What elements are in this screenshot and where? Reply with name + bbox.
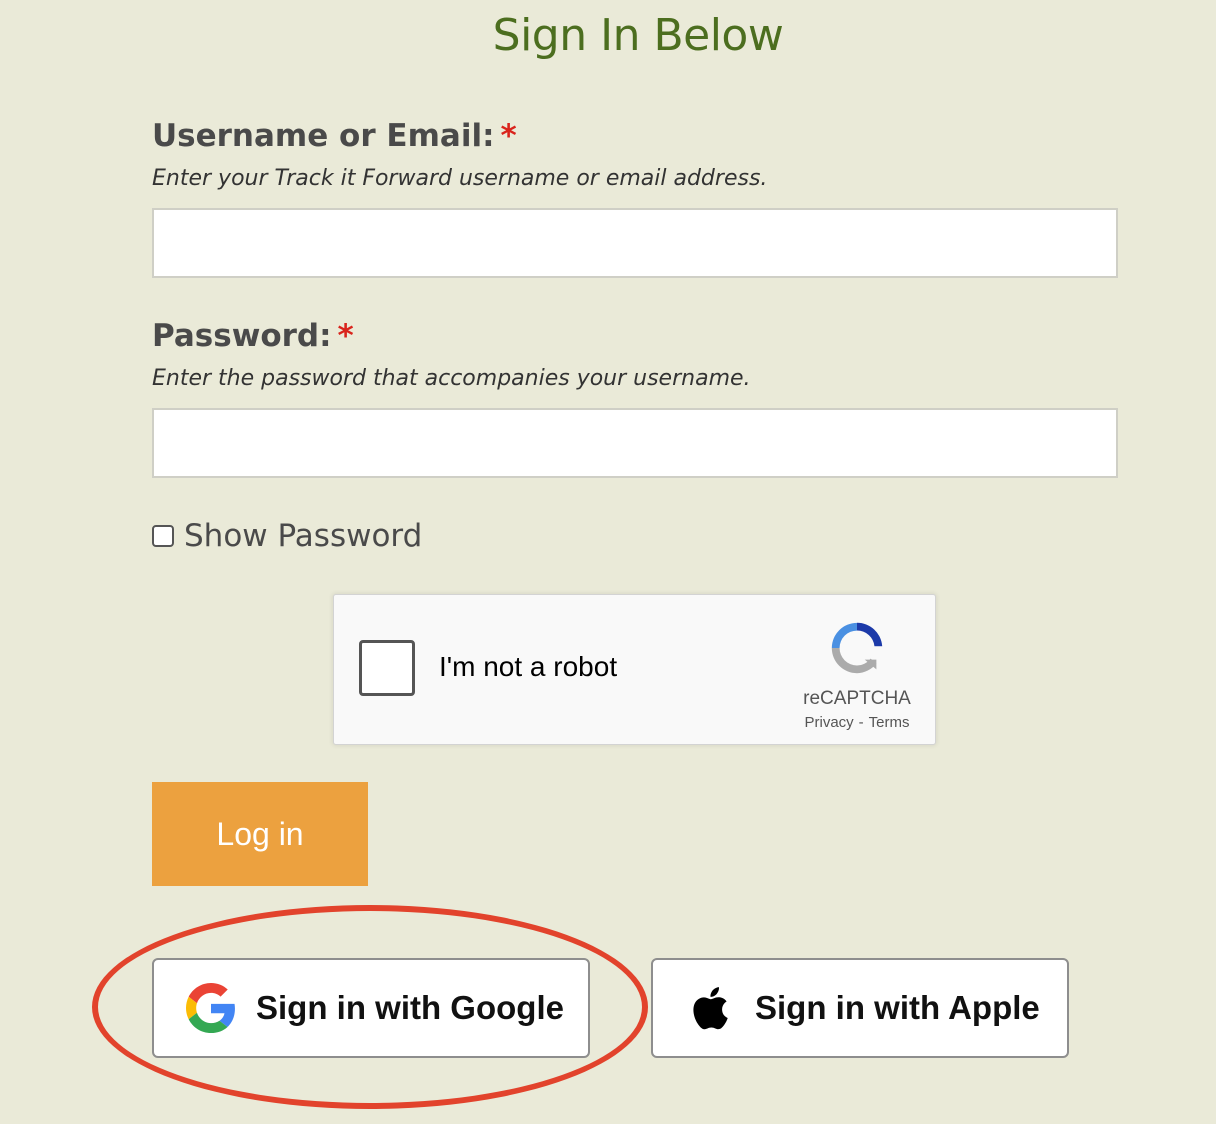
- recaptcha-privacy-link[interactable]: Privacy: [804, 714, 853, 731]
- recaptcha-terms-link[interactable]: Terms: [869, 714, 910, 731]
- recaptcha-label: I'm not a robot: [439, 651, 618, 682]
- recaptcha-links-separator: -: [858, 714, 864, 731]
- show-password-toggle[interactable]: Show Password: [152, 518, 422, 554]
- recaptcha-brand: reCAPTCHA: [803, 688, 911, 709]
- password-label-text: Password:: [152, 318, 332, 354]
- apple-icon: [693, 987, 728, 1030]
- recaptcha-logo-icon: [831, 622, 883, 674]
- username-description: Enter your Track it Forward username or …: [152, 166, 768, 191]
- show-password-checkbox[interactable]: [152, 525, 174, 547]
- sign-in-with-apple-button[interactable]: Sign in with Apple: [651, 958, 1069, 1058]
- password-description: Enter the password that accompanies your…: [152, 366, 751, 391]
- login-button[interactable]: Log in: [152, 782, 368, 886]
- sign-in-with-google-label: Sign in with Google: [256, 989, 564, 1026]
- password-required-mark: *: [337, 318, 354, 354]
- recaptcha-widget: I'm not a robot reCAPTCHA Privacy - Terms: [333, 594, 936, 745]
- google-icon: [186, 983, 235, 1033]
- username-required-mark: *: [500, 118, 517, 154]
- username-label: Username or Email: *: [152, 118, 517, 154]
- sign-in-with-apple-label: Sign in with Apple: [755, 989, 1040, 1026]
- recaptcha-links: Privacy - Terms: [784, 714, 930, 731]
- show-password-label[interactable]: Show Password: [184, 518, 422, 554]
- recaptcha-checkbox[interactable]: [359, 640, 415, 696]
- username-label-text: Username or Email:: [152, 118, 495, 154]
- sign-in-with-google-button[interactable]: Sign in with Google: [152, 958, 590, 1058]
- page-title: Sign In Below: [492, 10, 784, 61]
- password-input[interactable]: [152, 408, 1118, 478]
- username-input[interactable]: [152, 208, 1118, 278]
- password-label: Password: *: [152, 318, 354, 354]
